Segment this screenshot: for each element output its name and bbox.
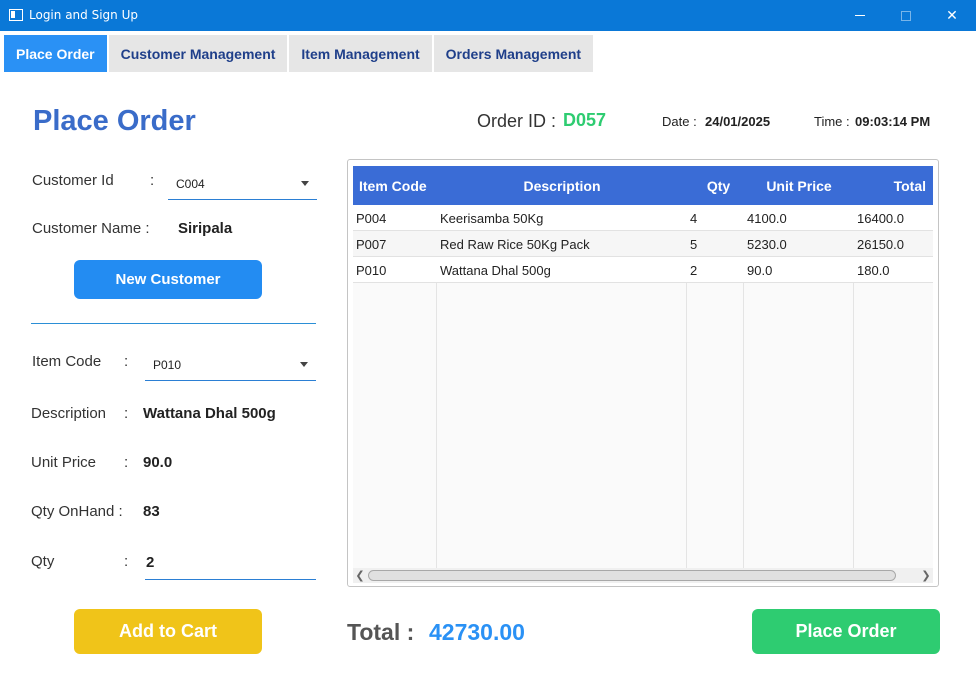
chevron-down-icon — [301, 181, 309, 186]
table-row[interactable]: P004 Keerisamba 50Kg 4 4100.0 16400.0 — [353, 205, 933, 231]
place-order-button[interactable]: Place Order — [752, 609, 940, 654]
window-app-icon — [9, 9, 23, 21]
tab-orders-management[interactable]: Orders Management — [433, 35, 594, 72]
horizontal-scrollbar[interactable]: ❮ ❯ — [353, 568, 933, 583]
cell-qty: 5 — [690, 236, 698, 252]
page-title: Place Order — [33, 105, 196, 137]
cell-unit-price: 5230.0 — [747, 236, 787, 252]
cell-total: 16400.0 — [857, 210, 904, 226]
qty-onhand-value: 83 — [143, 503, 160, 520]
item-code-value: P010 — [153, 358, 182, 372]
table-row[interactable]: P010 Wattana Dhal 500g 2 90.0 180.0 — [353, 257, 933, 283]
customer-id-label: Customer Id — [32, 172, 114, 189]
cell-total: 26150.0 — [857, 236, 904, 252]
cell-description: Red Raw Rice 50Kg Pack — [440, 236, 590, 252]
customer-id-combo[interactable]: C004 — [168, 164, 317, 200]
tab-bar: Place Order Customer Management Item Man… — [4, 35, 594, 72]
column-header-description[interactable]: Description — [437, 166, 687, 205]
cell-unit-price: 4100.0 — [747, 210, 787, 226]
customer-name-value: Siripala — [178, 220, 233, 237]
description-value: Wattana Dhal 500g — [143, 405, 276, 422]
cell-item-code: P004 — [356, 210, 387, 226]
qty-onhand-label: Qty OnHand : — [31, 503, 123, 520]
cell-qty: 2 — [690, 262, 698, 278]
item-code-label: Item Code — [32, 353, 102, 370]
qty-label: Qty — [31, 553, 55, 570]
chevron-right-icon[interactable]: ❯ — [919, 568, 933, 583]
tab-place-order[interactable]: Place Order — [4, 35, 107, 72]
table-row[interactable]: P007 Red Raw Rice 50Kg Pack 5 5230.0 261… — [353, 231, 933, 257]
table-header: Item Code Description Qty Unit Price Tot… — [353, 166, 933, 205]
cell-qty: 4 — [690, 210, 698, 226]
cell-description: Wattana Dhal 500g — [440, 262, 551, 278]
colon: : — [124, 553, 129, 570]
add-to-cart-button[interactable]: Add to Cart — [74, 609, 262, 654]
cell-item-code: P010 — [356, 262, 387, 278]
tab-item-management[interactable]: Item Management — [289, 35, 432, 72]
time-label: Time : — [814, 114, 850, 129]
unit-price-label: Unit Price — [31, 454, 97, 471]
colon: : — [150, 172, 155, 189]
column-header-unit-price[interactable]: Unit Price — [744, 166, 854, 205]
colon: : — [124, 405, 129, 422]
date-value: 24/01/2025 — [705, 114, 771, 129]
cart-table-body: Item Code Description Qty Unit Price Tot… — [353, 166, 933, 568]
qty-input-value: 2 — [146, 554, 155, 571]
chevron-left-icon[interactable]: ❮ — [353, 568, 367, 583]
divider — [31, 323, 316, 324]
minimize-icon — [855, 15, 865, 16]
column-header-qty[interactable]: Qty — [687, 166, 744, 205]
colon: : — [124, 353, 129, 370]
new-customer-button[interactable]: New Customer — [74, 260, 262, 299]
customer-id-value: C004 — [176, 177, 205, 191]
qty-input[interactable]: 2 — [145, 544, 316, 580]
scrollbar-thumb[interactable] — [368, 570, 896, 581]
total-value: 42730.00 — [429, 619, 525, 645]
colon: : — [124, 454, 129, 471]
column-header-item-code[interactable]: Item Code — [359, 166, 427, 205]
order-id-label: Order ID : — [477, 111, 557, 131]
time-value: 09:03:14 PM — [855, 114, 931, 129]
maximize-icon — [901, 10, 911, 21]
close-button[interactable]: ✕ — [929, 0, 975, 31]
date-label: Date : — [662, 114, 697, 129]
cell-item-code: P007 — [356, 236, 387, 252]
cell-total: 180.0 — [857, 262, 890, 278]
cart-table: Item Code Description Qty Unit Price Tot… — [347, 159, 939, 587]
cell-unit-price: 90.0 — [747, 262, 773, 278]
order-id-value: D057 — [563, 110, 607, 130]
description-label: Description — [31, 405, 107, 422]
window-title: Login and Sign Up — [29, 8, 138, 22]
title-bar: Login and Sign Up ✕ — [0, 0, 976, 31]
tab-customer-management[interactable]: Customer Management — [108, 35, 288, 72]
column-header-total[interactable]: Total — [854, 166, 926, 205]
item-code-combo[interactable]: P010 — [145, 345, 316, 381]
total-label: Total : — [347, 619, 415, 645]
customer-name-label: Customer Name : — [32, 220, 150, 237]
cell-description: Keerisamba 50Kg — [440, 210, 544, 226]
unit-price-value: 90.0 — [143, 454, 173, 471]
minimize-button[interactable] — [837, 0, 883, 31]
maximize-button[interactable] — [883, 0, 929, 31]
close-icon: ✕ — [946, 7, 958, 23]
chevron-down-icon — [300, 362, 308, 367]
